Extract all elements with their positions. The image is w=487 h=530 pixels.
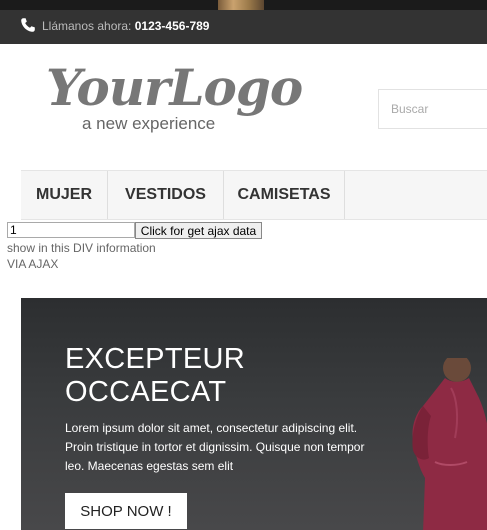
ajax-via-text: VIA AJAX <box>7 257 59 271</box>
hero-title: EXCEPTEUR OCCAECAT <box>65 343 245 408</box>
model-image <box>412 358 487 530</box>
top-banner-image <box>0 0 487 10</box>
ajax-id-input[interactable] <box>7 222 135 238</box>
contact-bar: Llámanos ahora: 0123-456-789 <box>0 10 487 44</box>
phone-icon <box>21 18 35 32</box>
nav-item-mujer[interactable]: MUJER <box>21 171 108 219</box>
main-nav: MUJER VESTIDOS CAMISETAS <box>21 170 487 220</box>
hero-banner: EXCEPTEUR OCCAECAT Lorem ipsum dolor sit… <box>21 298 487 530</box>
site-logo[interactable]: YourLogo a new experience <box>46 58 306 136</box>
shop-now-button[interactable]: SHOP NOW ! <box>65 493 187 529</box>
logo-text: YourLogo <box>46 58 303 117</box>
phone-number: 0123-456-789 <box>134 19 210 33</box>
get-ajax-data-button[interactable]: Click for get ajax data <box>135 222 262 239</box>
ajax-info-text: show in this DIV information <box>7 241 156 255</box>
nav-item-vestidos[interactable]: VESTIDOS <box>108 171 224 219</box>
hero-description: Lorem ipsum dolor sit amet, consectetur … <box>65 421 365 473</box>
search-input[interactable] <box>378 89 487 129</box>
contact-text: Llámanos ahora: 0123-456-789 <box>42 19 209 33</box>
call-label: Llámanos ahora: <box>42 19 132 33</box>
nav-item-camisetas[interactable]: CAMISETAS <box>224 171 345 219</box>
logo-tagline: a new experience <box>82 114 216 133</box>
